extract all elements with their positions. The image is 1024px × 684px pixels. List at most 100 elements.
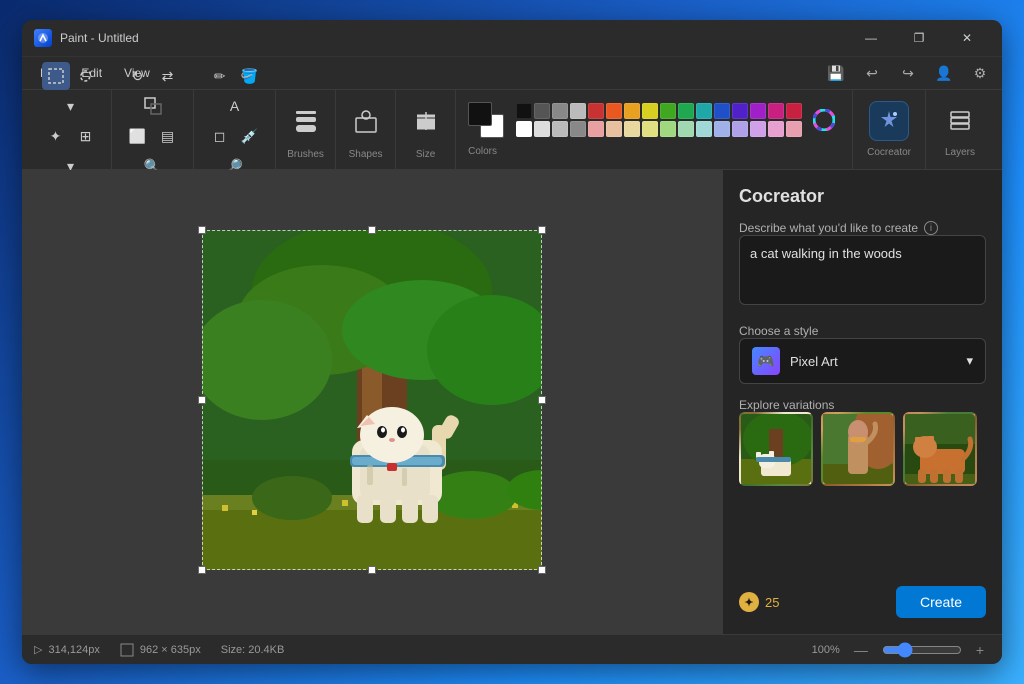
size-button[interactable] — [404, 99, 448, 143]
eyedropper-button[interactable]: 💉 — [236, 122, 264, 150]
color-swatches-area — [468, 102, 840, 138]
status-cursor: ▷ 314,124px — [34, 643, 100, 656]
erase-button[interactable]: ⬜ — [124, 122, 152, 150]
rectangle-select-button[interactable] — [42, 62, 70, 90]
style-icon: 🎮 — [752, 347, 780, 375]
color-indigo[interactable] — [732, 103, 748, 119]
color-lightred[interactable] — [588, 121, 604, 137]
color-teal[interactable] — [678, 103, 694, 119]
shapes-button[interactable] — [344, 99, 388, 143]
color-gray[interactable] — [552, 103, 568, 119]
info-icon[interactable]: i — [924, 221, 938, 235]
magic-select-button[interactable]: ✦ — [42, 122, 70, 150]
color-red[interactable] — [588, 103, 604, 119]
cursor-icon: ▷ — [34, 643, 42, 656]
save-button[interactable]: 💾 — [822, 59, 850, 87]
color-darkgray[interactable] — [534, 103, 550, 119]
fg-bg-colors[interactable] — [468, 102, 504, 138]
color-peach[interactable] — [606, 121, 622, 137]
handle-tr[interactable] — [538, 226, 546, 234]
zoom-in-button[interactable]: + — [970, 640, 990, 660]
color-smoke[interactable] — [552, 121, 568, 137]
color-mint[interactable] — [678, 121, 694, 137]
color-white[interactable] — [516, 121, 532, 137]
color-lightgray[interactable] — [570, 103, 586, 119]
variation-2[interactable] — [821, 412, 895, 486]
credits-icon: ✦ — [739, 592, 759, 612]
handle-mr[interactable] — [538, 396, 546, 404]
close-button[interactable]: ✕ — [944, 23, 990, 53]
color-lavender[interactable] — [732, 121, 748, 137]
color-cream[interactable] — [624, 121, 640, 137]
zoom-out-button[interactable]: — — [848, 640, 874, 660]
canvas-area[interactable] — [22, 170, 722, 634]
handle-tm[interactable] — [368, 226, 376, 234]
color-green[interactable] — [660, 103, 676, 119]
color-lightpink[interactable] — [786, 121, 802, 137]
color-pink[interactable] — [768, 121, 784, 137]
settings-button[interactable]: ⚙ — [966, 59, 994, 87]
handle-br[interactable] — [538, 566, 546, 574]
color-lilac[interactable] — [750, 121, 766, 137]
color-slategray[interactable] — [570, 121, 586, 137]
color-cyan[interactable] — [696, 103, 712, 119]
redo-button[interactable]: ↪ — [894, 59, 922, 87]
rotate-button[interactable]: ↻ — [124, 62, 152, 90]
cursor-position: 314,124px — [48, 644, 99, 656]
filesize-value: Size: 20.4KB — [221, 644, 285, 656]
color-orange[interactable] — [606, 103, 622, 119]
toolbar-group-brushes: Brushes — [276, 90, 336, 169]
handle-ml[interactable] — [198, 396, 206, 404]
color-magenta[interactable] — [768, 103, 784, 119]
color-yellow[interactable] — [642, 103, 658, 119]
color-black[interactable] — [516, 103, 532, 119]
handle-bm[interactable] — [368, 566, 376, 574]
color-amber[interactable] — [624, 103, 640, 119]
fill-button[interactable]: 🪣 — [236, 62, 264, 90]
color-violet[interactable] — [750, 103, 766, 119]
variation-3[interactable] — [903, 412, 977, 486]
handle-tl[interactable] — [198, 226, 206, 234]
selection-frame — [202, 230, 542, 570]
color-lightgreen[interactable] — [660, 121, 676, 137]
variation-1[interactable] — [739, 412, 813, 486]
foreground-color[interactable] — [468, 102, 492, 126]
create-button[interactable]: Create — [896, 586, 986, 618]
minimize-button[interactable]: — — [848, 23, 894, 53]
select-area-button[interactable]: ▤ — [154, 122, 182, 150]
toolbar-group-tools: ✏ 🪣 A ◻ 💉 🔎 Tools — [194, 90, 276, 169]
freeform-select-button[interactable] — [72, 62, 100, 90]
pencil-button[interactable]: ✏ — [206, 62, 234, 90]
colors-label: Colors — [468, 146, 840, 157]
layers-icon — [940, 101, 980, 141]
color-silver[interactable] — [534, 121, 550, 137]
handle-bl[interactable] — [198, 566, 206, 574]
color-periwinkle[interactable] — [714, 121, 730, 137]
text-button[interactable]: A — [221, 92, 249, 120]
window-controls: — ❐ ✕ — [848, 23, 990, 53]
flip-button[interactable]: ⇄ — [154, 62, 182, 90]
statusbar: ▷ 314,124px 962 × 635px Size: 20.4KB 100… — [22, 634, 1002, 664]
crop-button[interactable]: ⊞ — [72, 122, 100, 150]
color-blue[interactable] — [714, 103, 730, 119]
resize-button[interactable] — [139, 92, 167, 120]
color-crimson[interactable] — [786, 103, 802, 119]
pixel-canvas[interactable] — [202, 230, 542, 570]
color-palette — [516, 103, 802, 137]
color-skyblue[interactable] — [696, 121, 712, 137]
maximize-button[interactable]: ❐ — [896, 23, 942, 53]
toolbar-group-cocreator[interactable]: Cocreator — [853, 90, 926, 169]
toolbar-group-image: ↻ ⇄ ⬜ ▤ 🔍 Image — [112, 90, 194, 169]
select-more-button[interactable]: ▾ — [57, 92, 85, 120]
color-wheel-button[interactable] — [808, 104, 840, 136]
prompt-textarea[interactable] — [739, 235, 986, 305]
zoom-slider[interactable] — [882, 642, 962, 658]
style-name: Pixel Art — [790, 354, 838, 369]
brushes-button[interactable] — [284, 99, 328, 143]
style-dropdown[interactable]: 🎮 Pixel Art ▾ — [739, 338, 986, 384]
eraser-button[interactable]: ◻ — [206, 122, 234, 150]
color-lightyellow[interactable] — [642, 121, 658, 137]
account-button[interactable]: 👤 — [930, 59, 958, 87]
undo-button[interactable]: ↩ — [858, 59, 886, 87]
toolbar-group-layers[interactable]: Layers — [926, 90, 994, 169]
